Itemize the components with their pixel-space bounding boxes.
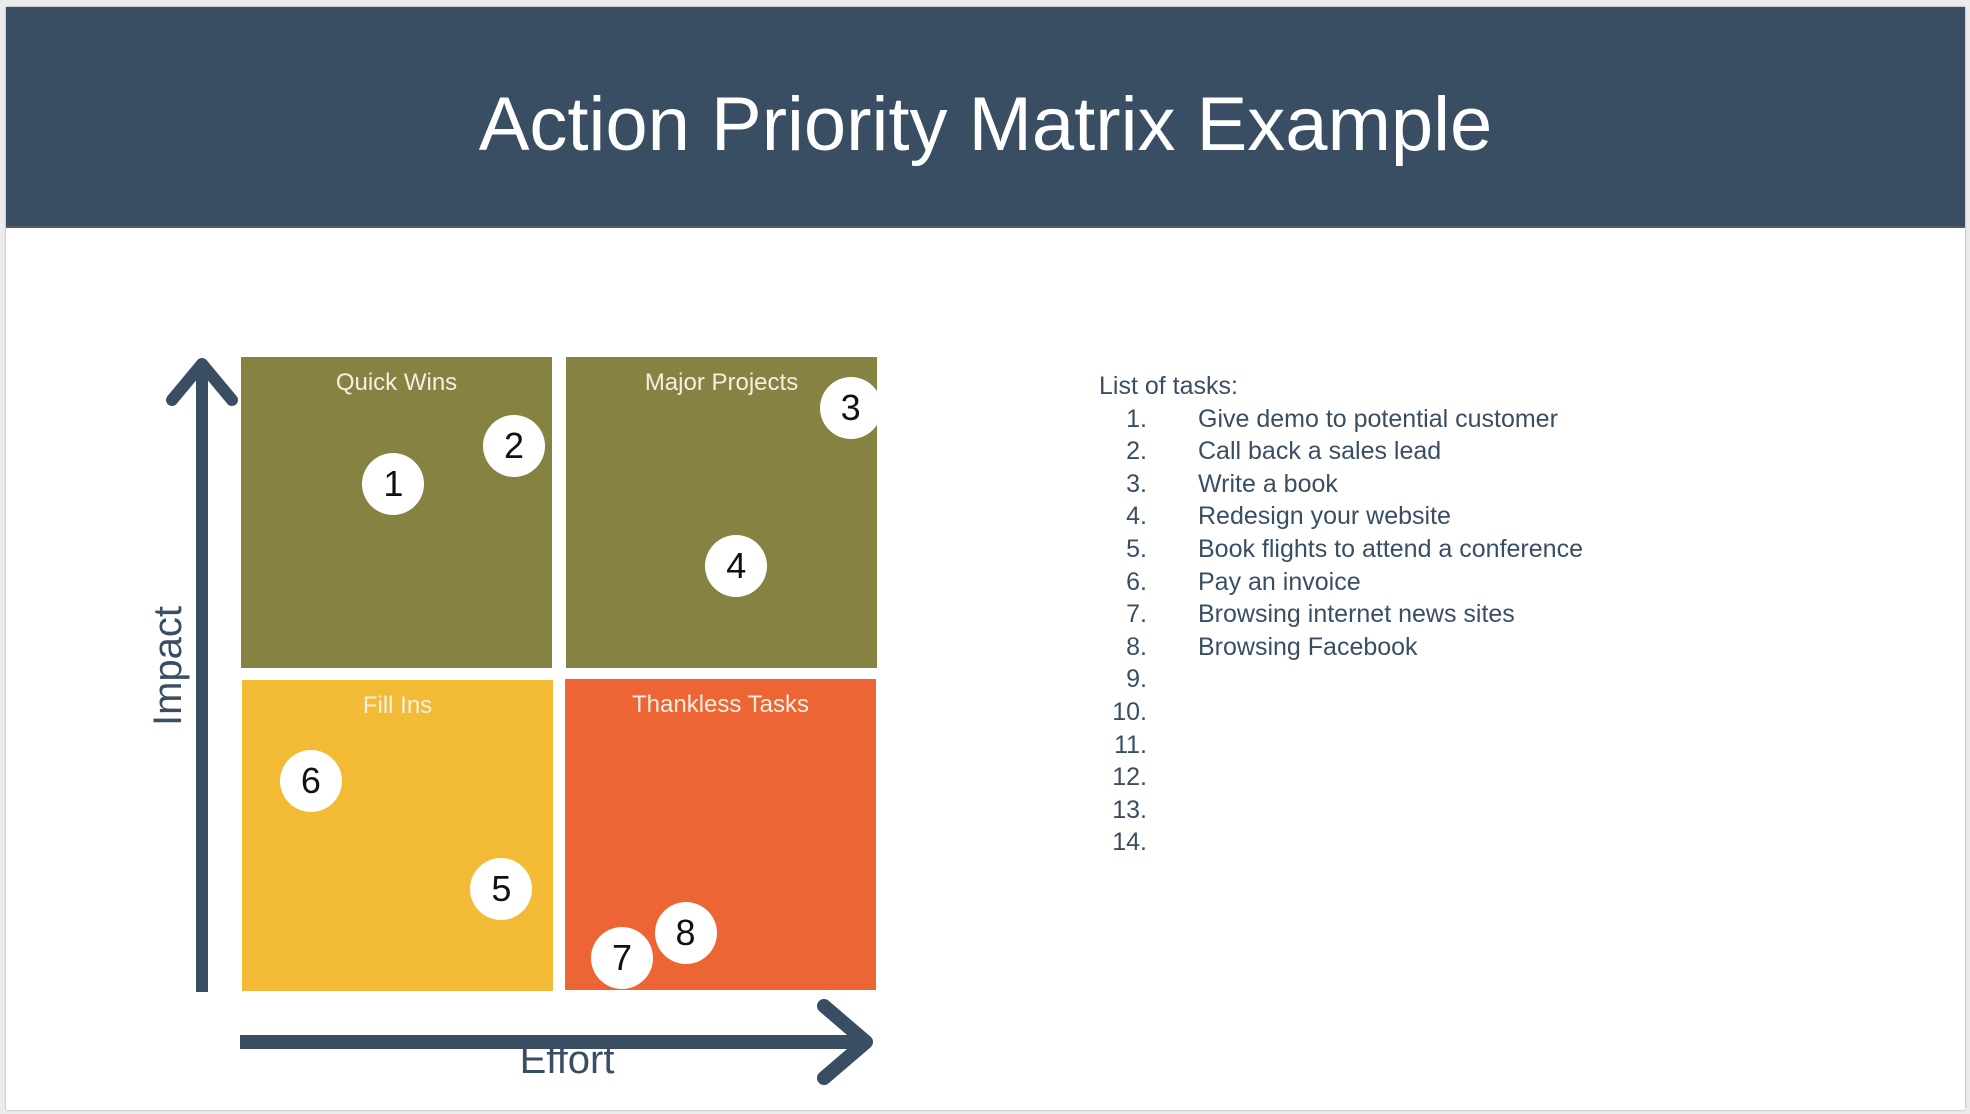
effort-axis-label: Effort: [519, 1038, 615, 1082]
task-number: 3.: [1126, 469, 1147, 498]
task-text: Give demo to potential customer: [1198, 404, 1558, 433]
slide-title: Action Priority Matrix Example: [478, 82, 1493, 167]
task-list-item: 1. Give demo to potential customer: [1099, 403, 1558, 436]
task-text: Book flights to attend a conference: [1198, 534, 1583, 563]
task-rows: 1. Give demo to potential customer 2. Call …: [1099, 403, 1583, 859]
task-list: List of tasks: 1. Give demo to potential …: [1099, 370, 1583, 859]
task-marker-6: 6: [279, 750, 342, 813]
task-number: 14.: [1112, 828, 1147, 857]
task-list-item: 6. Pay an invoice: [1099, 566, 1360, 599]
task-text: Pay an invoice: [1198, 567, 1361, 596]
task-number: 7.: [1126, 600, 1147, 629]
task-list-item: 11.: [1099, 729, 1238, 762]
task-list-heading: List of tasks:: [1099, 372, 1238, 400]
task-list-item: 3. Write a book: [1099, 468, 1338, 501]
task-list-item: 8. Browsing Facebook: [1099, 631, 1417, 664]
task-number: 4.: [1126, 502, 1147, 531]
task-list-item: 4. Redesign your website: [1099, 500, 1451, 533]
task-text: Call back a sales lead: [1198, 437, 1442, 466]
task-text: Browsing internet news sites: [1198, 600, 1515, 629]
task-marker-4: 4: [705, 534, 768, 597]
task-number: 12.: [1112, 763, 1147, 792]
task-list-item: 9.: [1099, 663, 1238, 696]
task-text: Redesign your website: [1198, 502, 1451, 531]
task-list-item: 14.: [1099, 826, 1238, 859]
task-number: 5.: [1126, 534, 1147, 563]
quadrant-fill-ins: Fill Ins: [242, 680, 553, 991]
quadrant-label: Fill Ins: [362, 692, 433, 719]
task-number: 2.: [1126, 437, 1147, 466]
task-number: 1.: [1126, 404, 1147, 433]
task-list-item: 7. Browsing internet news sites: [1099, 598, 1515, 631]
task-marker-8: 8: [654, 902, 717, 965]
task-text: Write a book: [1198, 469, 1338, 498]
task-marker-7: 7: [591, 927, 653, 990]
task-list-item: 13.: [1099, 794, 1238, 827]
task-marker-1: 1: [362, 452, 425, 515]
task-number: 10.: [1112, 697, 1147, 726]
impact-axis-label: Impact: [146, 605, 190, 727]
task-number: 11.: [1114, 730, 1147, 759]
task-number: 9.: [1126, 665, 1147, 694]
task-list-item: 5. Book flights to attend a conference: [1099, 533, 1583, 566]
title-banner: Action Priority Matrix Example: [6, 7, 1965, 228]
task-number: 6.: [1126, 567, 1147, 596]
task-marker-5: 5: [470, 857, 533, 920]
task-marker-2: 2: [483, 414, 546, 477]
task-list-item: 10.: [1099, 696, 1238, 729]
task-list-item: 12.: [1099, 761, 1238, 794]
task-text: Browsing Facebook: [1198, 632, 1418, 661]
quadrant-label: Thankless Tasks: [632, 691, 809, 718]
task-number: 13.: [1112, 795, 1147, 824]
task-list-item: 2. Call back a sales lead: [1099, 435, 1441, 468]
task-marker-3: 3: [819, 376, 882, 439]
task-number: 8.: [1126, 632, 1147, 661]
quadrant-label: Quick Wins: [335, 369, 458, 396]
